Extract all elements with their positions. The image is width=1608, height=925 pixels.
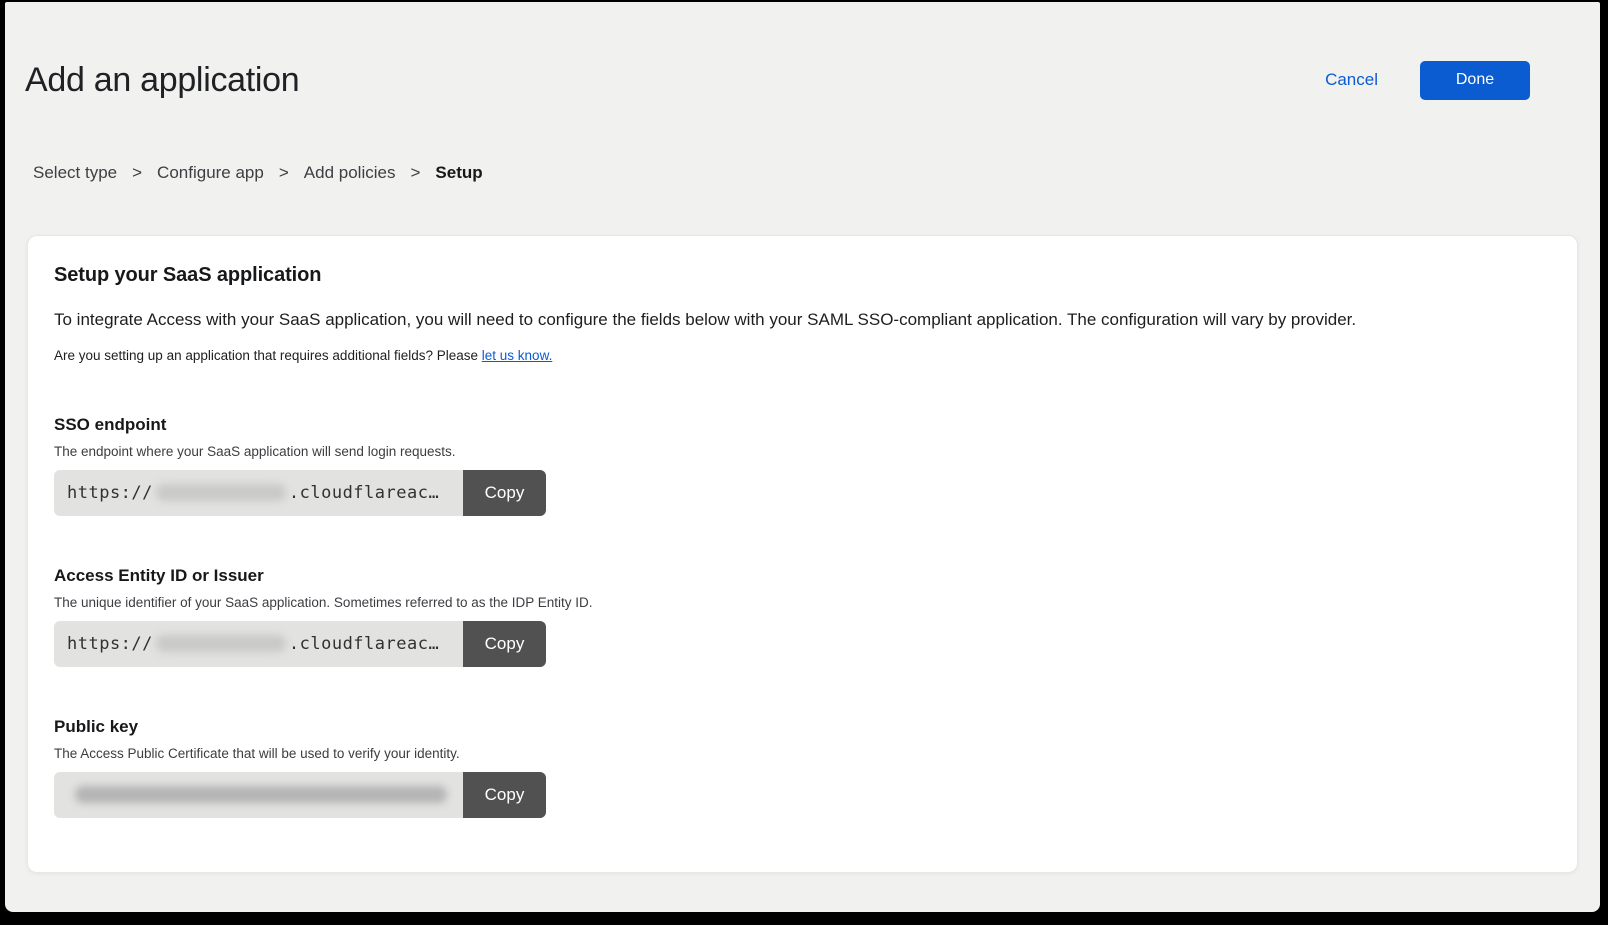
breadcrumb-step-setup: Setup [435, 161, 482, 185]
breadcrumb-separator: > [279, 161, 289, 185]
sso-endpoint-label: SSO endpoint [54, 415, 1551, 435]
card-intro-text: To integrate Access with your SaaS appli… [54, 309, 1551, 332]
breadcrumb-separator: > [132, 161, 142, 185]
header-actions: Cancel Done [1325, 61, 1530, 100]
page-title: Add an application [25, 60, 299, 101]
access-entity-id-value: https:// .cloudflareac… [54, 621, 463, 667]
public-key-description: The Access Public Certificate that will … [54, 746, 1551, 761]
breadcrumb-separator: > [410, 161, 420, 185]
breadcrumb-step-add-policies[interactable]: Add policies [304, 161, 396, 185]
url-suffix: .cloudflareac… [289, 634, 439, 654]
let-us-know-link[interactable]: let us know. [482, 348, 553, 363]
cancel-button[interactable]: Cancel [1325, 70, 1378, 90]
redacted-value-blur [156, 484, 286, 501]
note-text: Are you setting up an application that r… [54, 348, 482, 363]
sso-endpoint-field: https:// .cloudflareac… Copy [54, 470, 546, 516]
done-button[interactable]: Done [1420, 61, 1530, 100]
page-header: Add an application Cancel Done [5, 2, 1600, 101]
redacted-value-blur [156, 635, 286, 652]
access-entity-id-group: Access Entity ID or Issuer The unique id… [54, 566, 1551, 667]
redacted-value-blur [75, 786, 447, 803]
page: Add an application Cancel Done Select ty… [5, 2, 1600, 912]
public-key-group: Public key The Access Public Certificate… [54, 717, 1551, 818]
sso-endpoint-description: The endpoint where your SaaS application… [54, 444, 1551, 459]
access-entity-id-description: The unique identifier of your SaaS appli… [54, 595, 1551, 610]
public-key-field: Copy [54, 772, 546, 818]
access-entity-id-field: https:// .cloudflareac… Copy [54, 621, 546, 667]
sso-endpoint-group: SSO endpoint The endpoint where your Saa… [54, 415, 1551, 516]
public-key-label: Public key [54, 717, 1551, 737]
url-prefix: https:// [67, 483, 153, 503]
sso-endpoint-value: https:// .cloudflareac… [54, 470, 463, 516]
card-note: Are you setting up an application that r… [54, 348, 1551, 363]
access-entity-id-label: Access Entity ID or Issuer [54, 566, 1551, 586]
url-suffix: .cloudflareac… [289, 483, 439, 503]
public-key-value [54, 772, 463, 818]
breadcrumb-step-configure-app[interactable]: Configure app [157, 161, 264, 185]
setup-card: Setup your SaaS application To integrate… [27, 235, 1578, 873]
public-key-copy-button[interactable]: Copy [463, 772, 546, 818]
card-heading: Setup your SaaS application [54, 264, 1551, 287]
breadcrumb: Select type > Configure app > Add polici… [33, 161, 1600, 185]
url-prefix: https:// [67, 634, 153, 654]
sso-endpoint-copy-button[interactable]: Copy [463, 470, 546, 516]
access-entity-id-copy-button[interactable]: Copy [463, 621, 546, 667]
breadcrumb-step-select-type[interactable]: Select type [33, 161, 117, 185]
